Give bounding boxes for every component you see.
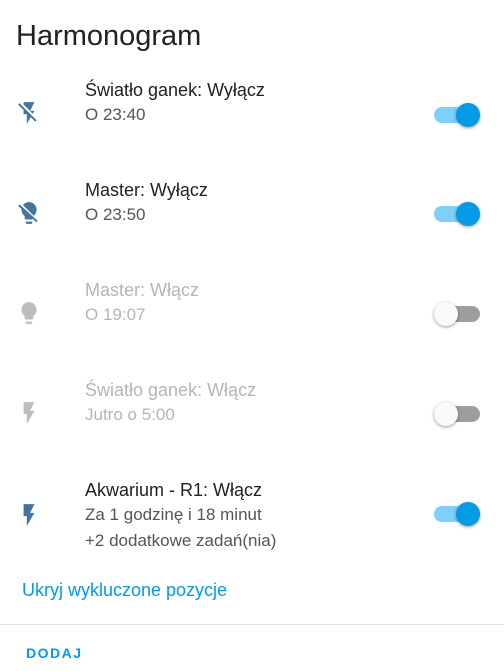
flash-icon	[16, 502, 42, 528]
schedule-name: Akwarium - R1: Włącz	[85, 480, 263, 500]
schedule-name: Master: Wyłącz	[85, 180, 208, 200]
lightbulb-icon	[16, 300, 42, 326]
schedule-row[interactable]: Światło ganek: Włącz Jutro o 5:00	[0, 378, 504, 458]
toggle-knob	[456, 103, 480, 127]
schedule-toggle[interactable]	[434, 399, 480, 429]
schedule-toggle[interactable]	[434, 499, 480, 529]
toggle-knob	[434, 402, 458, 426]
card-title: Harmonogram	[16, 20, 202, 52]
flash-icon	[16, 400, 42, 426]
schedule-name: Światło ganek: Włącz	[85, 380, 257, 400]
schedule-row[interactable]: Światło ganek: Wyłącz O 23:40	[0, 78, 504, 158]
schedule-row[interactable]: Master: Włącz O 19:07	[0, 278, 504, 358]
schedule-time: Jutro o 5:00	[85, 405, 175, 424]
schedule-row[interactable]: Akwarium - R1: Włącz Za 1 godzinę i 18 m…	[0, 478, 504, 554]
flash-off-icon	[16, 100, 42, 126]
lightbulb-off-icon	[16, 200, 42, 226]
schedule-toggle[interactable]	[434, 299, 480, 329]
schedule-toggle[interactable]	[434, 199, 480, 229]
schedule-time: O 23:50	[85, 205, 146, 224]
schedule-name: Światło ganek: Wyłącz	[85, 80, 265, 100]
divider	[0, 624, 504, 625]
schedule-toggle[interactable]	[434, 100, 480, 130]
schedule-name: Master: Włącz	[85, 280, 200, 300]
hide-excluded-link[interactable]: Ukryj wykluczone pozycje	[22, 578, 227, 602]
scheduler-card: Harmonogram Światło ganek: Wyłącz O 23:4…	[0, 0, 504, 671]
add-button[interactable]: DODAJ	[26, 645, 83, 661]
toggle-knob	[434, 302, 458, 326]
schedule-time: Za 1 godzinę i 18 minut	[85, 505, 262, 524]
schedule-time: O 19:07	[85, 305, 146, 324]
schedule-row[interactable]: Master: Wyłącz O 23:50	[0, 178, 504, 258]
toggle-knob	[456, 202, 480, 226]
toggle-knob	[456, 502, 480, 526]
schedule-time: O 23:40	[85, 105, 146, 124]
schedule-extra: +2 dodatkowe zadań(nia)	[85, 531, 277, 550]
